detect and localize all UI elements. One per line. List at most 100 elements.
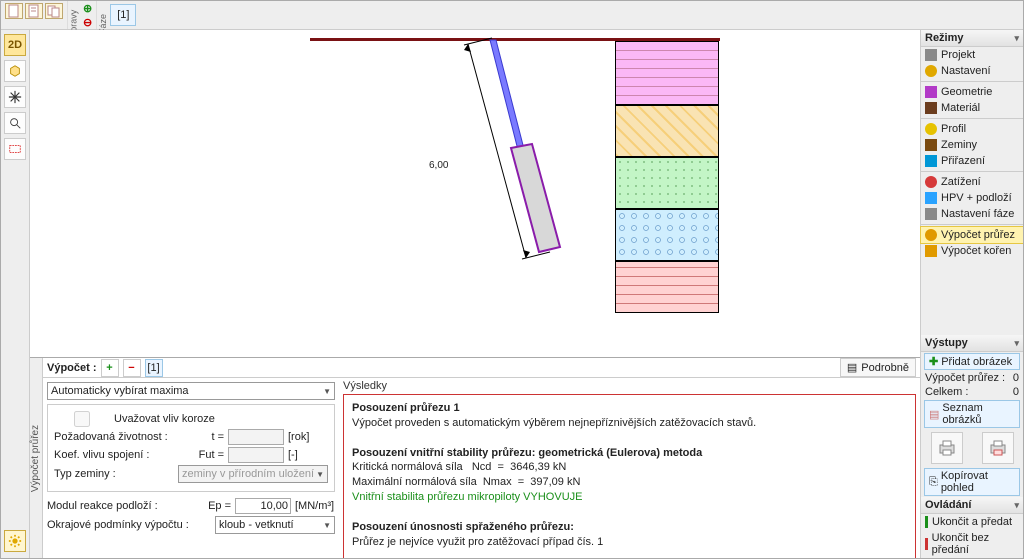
out-row2-value: 0 [1013,386,1019,398]
mode-icon [925,192,937,204]
koef-input[interactable] [228,447,284,463]
mode-icon [925,65,937,77]
mode-item-zat-en-[interactable]: Zatížení [921,174,1023,190]
dimension-label: 6,00 [428,160,449,171]
left-toolbar: 2D [1,30,30,558]
soil-combo[interactable]: zeminy v přírodním uložení▼ [178,465,328,483]
settings-gear-button[interactable] [4,530,26,552]
mode-item-nastaven-[interactable]: Nastavení [921,63,1023,79]
mode-label: Profil [941,123,966,135]
ribbon: Úpravy ⊕ ⊖ Fáze [1] [1,1,1023,30]
out-row2-label: Celkem : [925,386,968,398]
zoom-button[interactable] [4,112,26,134]
bc-combo[interactable]: kloub - vetknutí▼ [215,516,335,534]
res-l2b-eq: = [518,476,524,488]
res-l2a-eq: = [498,461,504,473]
res-title-1: Posouzení průřezu 1 [352,402,460,414]
mode-item-v-po-et-pr-ez[interactable]: Výpočet průřez [921,227,1023,243]
ribbon-btn-1[interactable] [5,3,23,19]
mode-icon [925,229,937,241]
res-l2b-val: 397,09 kN [530,476,580,488]
life-label: Požadovaná životnost : [54,431,194,443]
copy-view-button[interactable]: ⎘Kopírovat pohled [924,468,1020,496]
mode-label: Nastavení [941,65,991,77]
chevron-down-icon: ▼ [323,387,331,396]
phase-add-icon[interactable]: ⊕ [83,2,92,15]
phase-remove-icon[interactable]: ⊖ [83,16,92,29]
ribbon-group-edit [1,1,68,29]
mode-label: Materiál [941,102,980,114]
corrosion-checkbox[interactable] [54,411,110,427]
outputs-header[interactable]: Výstupy▾ [921,335,1023,352]
controls-header-label: Ovládání [925,499,971,511]
res-p1: Výpočet proveden s automatickým výběrem … [352,417,756,429]
results-column: Výsledky Posouzení průřezu 1 Výpočet pro… [339,378,920,559]
view-2d-button[interactable]: 2D [4,34,26,56]
mode-icon [925,208,937,220]
bottom-panel: Výpočet průřez Výpočet : + − [1] ▤ Podro… [30,357,920,558]
bottom-toolbar: Výpočet : + − [1] ▤ Podrobně [43,358,920,378]
image-list-button[interactable]: ▤Seznam obrázků [924,400,1020,428]
micropile-drawing [30,30,920,357]
life-input[interactable] [228,429,284,445]
res-l2a-lab: Kritická normálová síla [352,461,463,473]
mode-item-p-i-azen-[interactable]: Přiřazení [921,153,1023,169]
modulus-input[interactable] [235,498,291,514]
mode-icon [925,139,937,151]
mode-item-nastaven-f-ze[interactable]: Nastavení fáze [921,206,1023,222]
mode-item-hpv-podlo-[interactable]: HPV + podloží [921,190,1023,206]
mode-label: HPV + podloží [941,192,1012,204]
calc-label: Výpočet : [47,362,97,374]
corrosion-fieldset: Uvažovat vliv koroze Požadovaná životnos… [47,404,335,492]
copy-view-label: Kopírovat pohled [941,470,1015,494]
mode-icon [925,245,937,257]
finish-nopass-button[interactable]: Ukončit bez předání [921,530,1023,558]
mode-label: Výpočet průřez [941,229,1015,241]
mode-item-zeminy[interactable]: Zeminy [921,137,1023,153]
selection-mode-value: Automaticky vybírat maxima [51,385,189,397]
controls-header[interactable]: Ovládání▾ [921,497,1023,514]
list-icon: ▤ [847,361,857,374]
image-list-label: Seznam obrázků [942,402,1015,426]
bottom-tab[interactable]: Výpočet průřez [30,358,43,558]
ribbon-group-phase: ⊕ ⊖ [79,1,97,29]
flag-green-icon [925,516,928,528]
calc-phase-chip[interactable]: [1] [145,359,163,377]
res-l2b-lab: Maximální normálová síla [352,476,477,488]
details-button[interactable]: ▤ Podrobně [840,358,916,377]
res-l2b-sym: Nmax [483,476,512,488]
center-area: 6,00 Výpočet průřez Výpočet : + − [1] ▤ … [30,30,920,558]
plus-icon: ✚ [929,355,938,368]
results-header: Výsledky [343,378,916,394]
mode-icon [925,86,937,98]
phase-chip-label: [1] [117,9,129,21]
phase-chip[interactable]: [1] [110,4,136,26]
details-label: Podrobně [861,362,909,374]
select-rect-button[interactable] [4,138,26,160]
print-button-2[interactable] [982,432,1014,464]
ribbon-btn-3[interactable] [45,3,63,19]
ribbon-btn-2[interactable] [25,3,43,19]
res-title-2: Posouzení vnitřní stability průřezu: geo… [352,447,702,459]
mode-item-v-po-et-ko-en[interactable]: Výpočet kořen [921,243,1023,259]
mode-item-materi-l[interactable]: Materiál [921,100,1023,116]
mode-item-profil[interactable]: Profil [921,121,1023,137]
modes-header-label: Režimy [925,32,964,44]
selection-mode-combo[interactable]: Automaticky vybírat maxima ▼ [47,382,335,400]
add-image-button[interactable]: ✚Přidat obrázek [924,353,1020,370]
mode-item-projekt[interactable]: Projekt [921,47,1023,63]
soil-value: zeminy v přírodním uložení [182,468,314,480]
soil-label: Typ zeminy : [54,468,174,480]
res-title-3: Posouzení únosnosti spřaženého průřezu: [352,521,574,533]
calc-remove-button[interactable]: − [123,359,141,377]
print-button-1[interactable] [931,432,963,464]
view-3d-button[interactable] [4,60,26,82]
drawing-canvas[interactable]: 6,00 [30,30,920,357]
life-unit: [rok] [288,431,328,443]
pan-button[interactable] [4,86,26,108]
finish-pass-button[interactable]: Ukončit a předat [921,514,1023,530]
mode-icon [925,176,937,188]
modes-header[interactable]: Režimy▾ [921,30,1023,47]
calc-add-button[interactable]: + [101,359,119,377]
mode-item-geometrie[interactable]: Geometrie [921,84,1023,100]
